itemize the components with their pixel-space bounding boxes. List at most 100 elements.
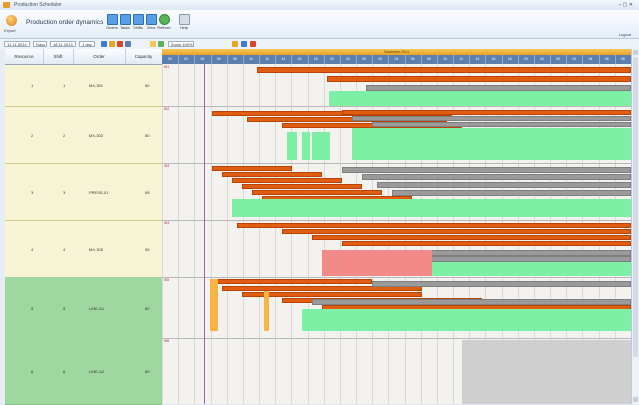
date-to-field[interactable]: 18.11.2014 [50,40,76,47]
order-bar[interactable] [342,110,631,115]
order-bar[interactable] [312,235,631,240]
row-shift: 2 [63,133,66,138]
scale-select[interactable]: 1 day [79,40,95,47]
idle-bar[interactable] [342,167,631,173]
idle-bar[interactable] [372,122,631,127]
order-bar[interactable] [252,190,382,195]
row-week-label: W5 [164,278,170,282]
gantt-chart: November 2014 00 02 04 06 08 10 12 14 16 18 20 22 00… [162,49,631,404]
row-capacity: 80 [145,306,150,311]
idle-bar[interactable] [392,190,631,196]
row-order: LINE-A2 [89,369,105,374]
row-week-label: W2 [164,107,170,111]
help-button[interactable]: Help [176,14,192,34]
order-bar[interactable] [242,184,362,189]
grid-row[interactable]: 3 3 PRESS-01 95 [5,163,162,221]
overload-bar [322,250,432,276]
row-shift: 1 [63,83,66,88]
order-bar[interactable] [232,178,342,183]
settings-icon[interactable] [232,41,238,47]
order-bar[interactable] [237,223,631,228]
gantt-hour-header: 00 02 04 06 08 10 12 14 16 18 20 22 00 02 04 06 08 10 12 14… [162,55,631,64]
export-icon[interactable] [241,41,247,47]
scroll-thumb[interactable] [633,57,638,357]
col-resource[interactable]: Resource [5,49,44,64]
row-id: 3 [31,190,34,195]
row-id: 4 [31,247,34,252]
grid-row[interactable]: 1 1 MX-301 80 [5,64,162,107]
hour-cell: 02 [178,55,196,64]
hour-cell: 14 [275,55,293,64]
hour-cell: 08 [227,55,244,64]
idle-bar[interactable] [377,182,631,188]
hour-gridline [194,64,196,404]
zoom-select[interactable]: Zoom 100% [168,40,194,47]
logout-link[interactable]: Logout [619,32,631,37]
grid-row[interactable]: 5 5 LINE-A1 80 [5,277,162,339]
export-label: Export [4,28,16,33]
capacity-bar [329,91,631,106]
hour-cell: 08 [615,55,631,64]
print-icon[interactable] [125,41,131,47]
setup-bar [264,291,269,331]
row-separator [162,338,631,339]
row-capacity: 80 [145,83,150,88]
grid-row[interactable]: 2 2 MX-302 80 [5,106,162,164]
grid-row[interactable]: 4 4 MX-305 95 [5,220,162,278]
resource-grid: Resource Shift Order Capacity 1 1 MX-301 80… [5,49,163,405]
hour-cell: 14 [469,55,487,64]
capacity-bar [312,132,330,160]
scroll-up-icon[interactable] [633,50,638,55]
refresh-button[interactable]: Refresh [156,14,172,34]
col-order[interactable]: Order [73,49,126,64]
col-capacity[interactable]: Capacity [125,49,162,64]
hour-cell: 06 [211,55,228,64]
help-button-label: Help [180,26,188,30]
col-shift[interactable]: Shift [43,49,74,64]
row-shift: 4 [63,247,66,252]
idle-bar[interactable] [362,174,631,180]
order-bar[interactable] [222,172,322,177]
order-bar[interactable] [242,292,422,297]
hour-cell: 16 [485,55,503,64]
vertical-scrollbar[interactable] [631,49,639,404]
highlight-icon[interactable] [150,41,156,47]
row-order: MX-305 [89,247,104,252]
filter-icon[interactable] [109,41,115,47]
hour-cell: 16 [291,55,309,64]
order-bar[interactable] [342,241,631,246]
row-capacity: 95 [145,247,150,252]
group-icon[interactable] [158,41,164,47]
order-bar[interactable] [327,76,631,82]
window-title: Production Scheduler [14,2,62,8]
order-bar[interactable] [212,166,292,171]
row-id: 6 [31,369,34,374]
date-from-field[interactable]: 12.11.2014 [4,40,30,47]
alert-icon[interactable] [117,41,123,47]
hour-cell: 00 [356,55,374,64]
order-bar[interactable] [282,229,631,234]
calendar-icon[interactable] [101,41,107,47]
hour-cell: 02 [566,55,584,64]
close-icon[interactable] [250,41,256,47]
grid-row[interactable]: 6 6 LINE-A2 80 [5,338,162,405]
order-bar[interactable] [257,67,631,73]
row-capacity: 80 [145,369,150,374]
row-order: MX-302 [89,133,104,138]
scroll-down-icon[interactable] [633,397,638,402]
refresh-button-label: Refresh [157,26,171,30]
idle-bar[interactable] [372,281,631,287]
export-orb-icon[interactable] [6,15,17,26]
hour-cell: 18 [502,55,519,64]
row-id: 5 [31,306,34,311]
current-time-marker [204,64,205,404]
idle-bar[interactable] [352,116,631,121]
mode-select[interactable]: Days [33,40,47,47]
capacity-bar [352,128,631,160]
window-controls[interactable]: – ▢ ✕ [619,2,633,8]
row-separator [162,220,631,221]
order-bar[interactable] [212,279,372,284]
row-order: LINE-A1 [89,306,105,311]
idle-bar[interactable] [312,299,631,305]
row-separator [162,277,631,278]
